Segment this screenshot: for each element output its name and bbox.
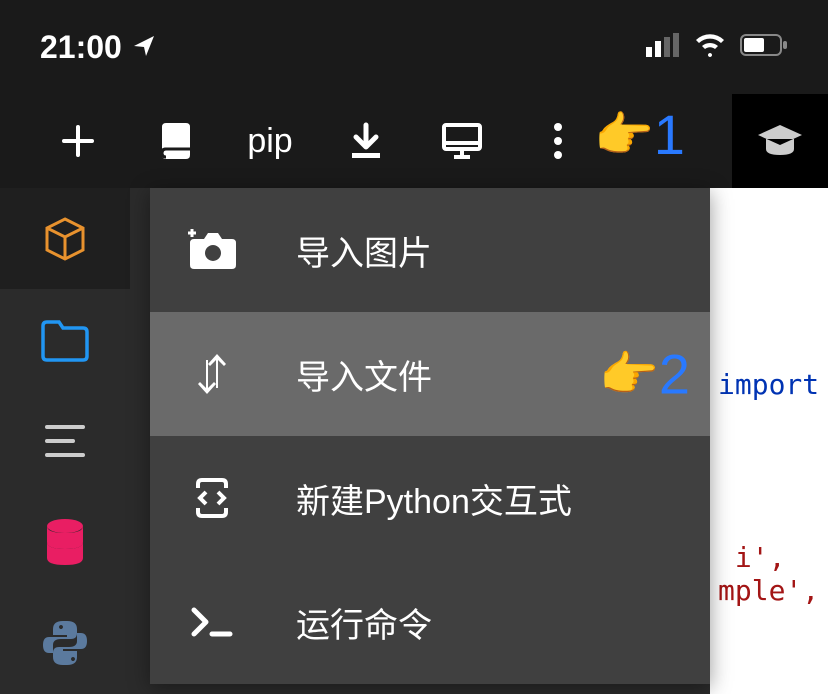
pip-button[interactable]: pip <box>222 94 318 188</box>
menu-item-run-command[interactable]: 运行命令 <box>150 560 710 684</box>
sidebar-item-list[interactable] <box>0 390 130 491</box>
menu-label: 新建Python交互式 <box>296 474 572 523</box>
pointing-hand-icon: 👉 <box>599 346 659 403</box>
annotation-number-1: 1 <box>654 102 685 167</box>
sidebar-item-python[interactable] <box>0 593 130 694</box>
menu-label: 导入图片 <box>296 226 432 275</box>
code-import-keyword: import <box>718 368 819 401</box>
menu-label: 导入文件 <box>296 350 432 399</box>
sidebar-item-folder[interactable] <box>0 289 130 390</box>
code-string-2: mple', <box>718 574 819 607</box>
status-time: 21:00 <box>40 29 122 66</box>
developer-mode-icon <box>188 474 236 522</box>
terminal-icon <box>188 598 236 646</box>
status-left: 21:00 <box>40 29 156 66</box>
annotation-1: 👉 1 <box>594 102 685 167</box>
main-area: import i', mple', 导入图片 导入文件 👉 2 新建Py <box>0 188 828 694</box>
pointing-hand-icon: 👉 <box>594 106 654 163</box>
menu-item-import-file[interactable]: 导入文件 👉 2 <box>150 312 710 436</box>
wifi-icon <box>694 33 726 62</box>
monitor-button[interactable] <box>414 94 510 188</box>
code-editor[interactable]: import i', mple', <box>710 188 828 694</box>
book-button[interactable] <box>126 94 222 188</box>
more-button[interactable] <box>510 94 606 188</box>
sidebar-item-package[interactable] <box>0 188 130 289</box>
cellular-icon <box>646 33 680 62</box>
battery-icon <box>740 33 788 62</box>
location-icon <box>132 29 156 66</box>
annotation-number-2: 2 <box>659 342 690 407</box>
code-string-1: i', <box>718 541 785 574</box>
annotation-2: 👉 2 <box>599 342 690 407</box>
graduation-button[interactable] <box>732 94 828 188</box>
swap-vertical-icon <box>188 350 236 398</box>
status-right <box>646 33 788 62</box>
sidebar <box>0 188 130 694</box>
sidebar-item-database[interactable] <box>0 492 130 593</box>
menu-label: 运行命令 <box>296 598 432 647</box>
context-menu: 导入图片 导入文件 👉 2 新建Python交互式 运行命令 <box>150 188 710 684</box>
camera-add-icon <box>188 226 236 274</box>
download-button[interactable] <box>318 94 414 188</box>
menu-item-new-python[interactable]: 新建Python交互式 <box>150 436 710 560</box>
add-button[interactable] <box>30 94 126 188</box>
status-bar: 21:00 <box>0 0 828 94</box>
menu-item-import-image[interactable]: 导入图片 <box>150 188 710 312</box>
toolbar: pip 👉 1 <box>0 94 828 188</box>
